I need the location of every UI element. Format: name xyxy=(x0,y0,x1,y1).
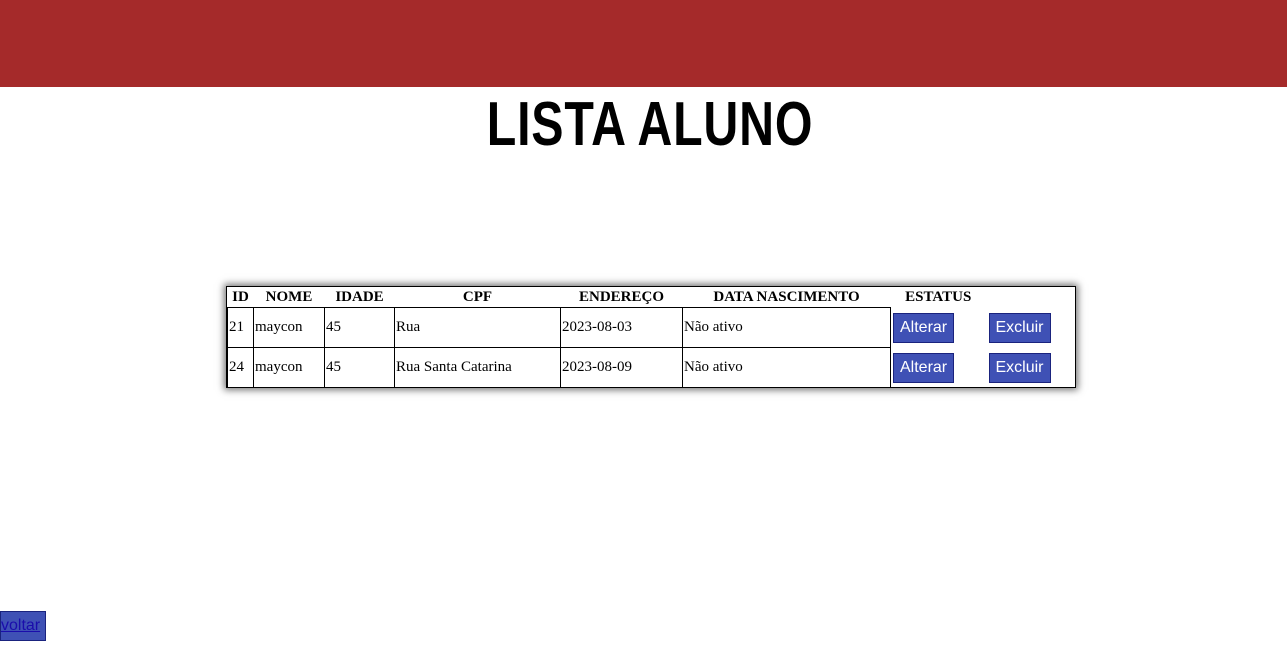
table-row: 24 maycon 45 Rua Santa Catarina 2023-08-… xyxy=(227,347,1077,388)
back-button[interactable]: voltar xyxy=(0,611,46,641)
cell-alterar: Alterar xyxy=(891,308,987,348)
cell-idade: 45 xyxy=(324,347,395,388)
excluir-button[interactable]: Excluir xyxy=(988,352,1051,383)
page-title: LISTA ALUNO xyxy=(486,90,814,159)
cell-idade: 45 xyxy=(324,307,395,348)
cell-endereco: 2023-08-03 xyxy=(560,307,683,348)
cell-cpf: Rua Santa Catarina xyxy=(394,347,561,388)
cell-nome: maycon xyxy=(253,307,325,348)
cell-excluir: Excluir xyxy=(987,308,1077,348)
cell-excluir: Excluir xyxy=(987,348,1077,388)
cell-alterar: Alterar xyxy=(891,348,987,388)
header-estatus: ESTATUS xyxy=(905,289,972,306)
alterar-button[interactable]: Alterar xyxy=(893,352,955,383)
excluir-button[interactable]: Excluir xyxy=(988,312,1051,343)
cell-nome: maycon xyxy=(253,347,325,388)
table-row: 21 maycon 45 Rua 2023-08-03 Não ativo Al… xyxy=(227,307,1077,348)
header-data-nascimento: DATA NASCIMENTO xyxy=(713,289,860,305)
header-bar xyxy=(0,0,1287,87)
header-id: ID xyxy=(232,289,249,305)
cell-data-nascimento: Não ativo xyxy=(682,347,891,388)
header-nome: NOME xyxy=(265,289,313,305)
header-idade: IDADE xyxy=(335,289,384,305)
header-cpf: CPF xyxy=(462,289,493,305)
cell-data-nascimento: Não ativo xyxy=(682,307,891,348)
cell-cpf: Rua xyxy=(394,307,561,348)
cell-id: 21 xyxy=(227,307,254,348)
header-endereco: ENDEREÇO xyxy=(578,289,664,305)
cell-id: 24 xyxy=(227,347,254,388)
cell-endereco: 2023-08-09 xyxy=(560,347,683,388)
student-table: ID NOME IDADE CPF ENDEREÇO DATA NASCIMEN… xyxy=(226,286,1076,388)
table-header-row: ID NOME IDADE CPF ENDEREÇO DATA NASCIMEN… xyxy=(228,287,1077,308)
header-empty xyxy=(987,287,1077,308)
alterar-button[interactable]: Alterar xyxy=(893,312,955,343)
